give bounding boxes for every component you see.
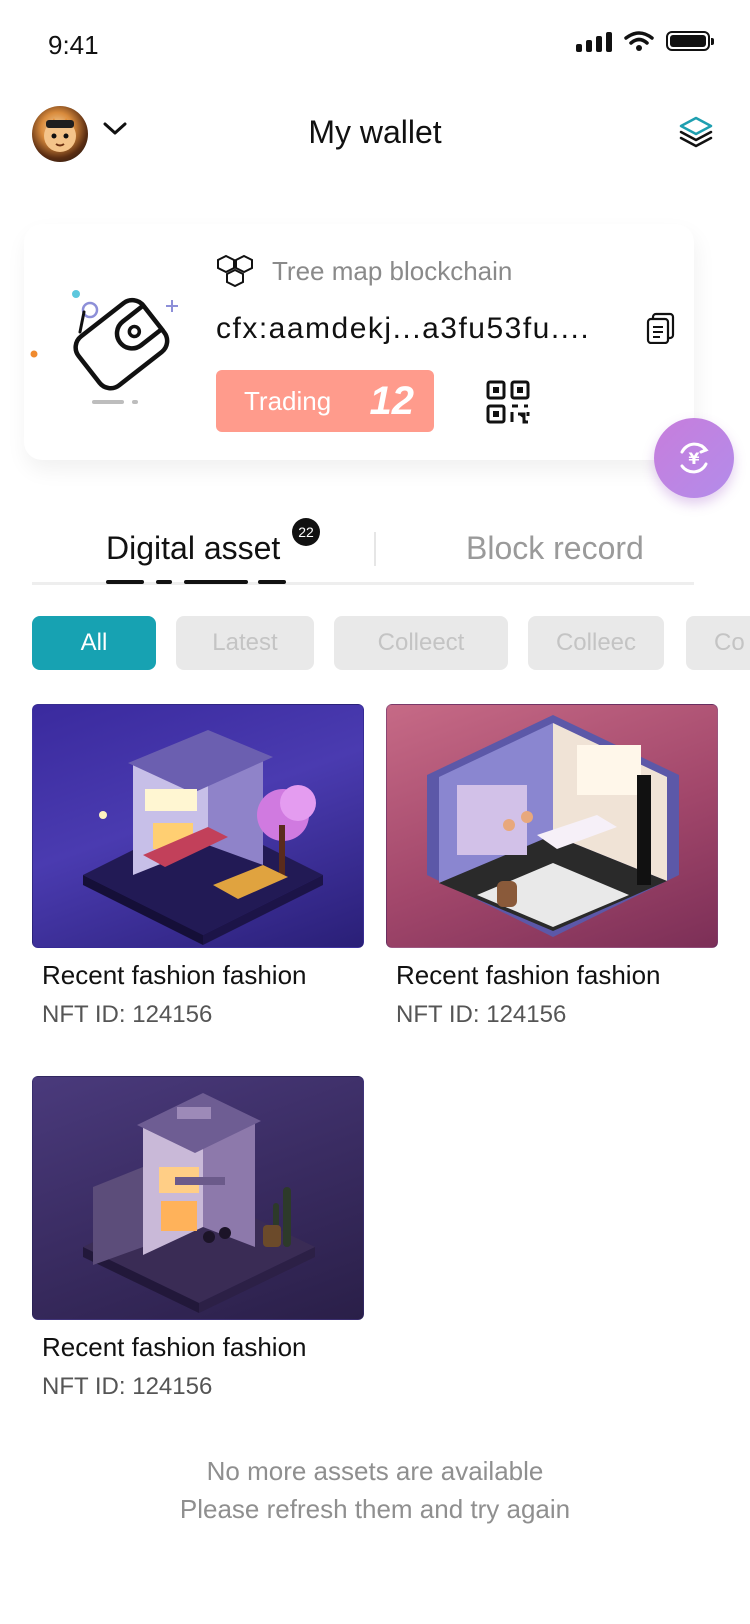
currency-exchange-icon: ¥ [680,442,709,474]
copy-icon[interactable] [646,312,676,344]
wallet-address: cfx:aamdekj...a3fu53fu.... [216,312,591,345]
chain-icon [217,254,253,288]
status-time: 9:41 [48,30,99,60]
qr-code-icon[interactable] [486,380,530,424]
filter-chip-colleect[interactable]: Colleect [334,616,508,670]
asset-title: Recent fashion fashion [396,960,661,990]
tab-indicator [106,580,144,584]
digital-asset-badge: 22 [292,518,320,546]
filter-chip-co[interactable]: Co [686,616,750,670]
asset-card[interactable]: Recent fashion fashion NFT ID: 124156 [386,704,718,1029]
exchange-fab-button[interactable]: ¥ [654,418,734,498]
chain-name: Tree map blockchain [272,256,513,286]
signal-icon [576,30,612,52]
trading-button[interactable]: Trading 12 [216,370,434,432]
asset-card[interactable]: Recent fashion fashion NFT ID: 124156 [32,704,364,1029]
asset-title: Recent fashion fashion [42,960,307,990]
wallet-illustration [30,290,178,404]
asset-title: Recent fashion fashion [42,1332,307,1362]
status-icons [576,30,714,52]
asset-nft-id: NFT ID: 124156 [42,1373,213,1400]
asset-image-ramen-shop[interactable] [32,704,364,948]
asset-image-bakery[interactable] [386,704,718,948]
tab-indicator [258,580,286,584]
filter-chip-all[interactable]: All [32,616,156,670]
battery-icon [666,31,714,51]
asset-nft-id: NFT ID: 124156 [396,1001,567,1028]
tab-digital-asset[interactable]: Digital asset [106,530,280,567]
tab-indicator [156,580,172,584]
empty-state-line2: Please refresh them and try again [179,1494,571,1524]
asset-nft-id: NFT ID: 124156 [42,1001,213,1028]
filter-chip-colleec[interactable]: Colleec [528,616,664,670]
filter-chip-latest[interactable]: Latest [176,616,314,670]
layers-icon[interactable] [678,114,714,150]
empty-state-message: No more assets are available Please refr… [0,1452,750,1528]
svg-text:¥: ¥ [688,449,699,468]
page-title: My wallet [308,114,442,150]
tab-indicator [184,580,248,584]
wifi-icon [624,31,654,51]
empty-state-line1: No more assets are available [206,1456,544,1486]
asset-image-saloon[interactable] [32,1076,364,1320]
tab-block-record[interactable]: Block record [466,530,644,567]
trading-count: 12 [369,378,415,423]
asset-card[interactable]: Recent fashion fashion NFT ID: 124156 [32,1076,364,1401]
trading-label: Trading [244,385,332,416]
tab-divider [374,532,376,566]
